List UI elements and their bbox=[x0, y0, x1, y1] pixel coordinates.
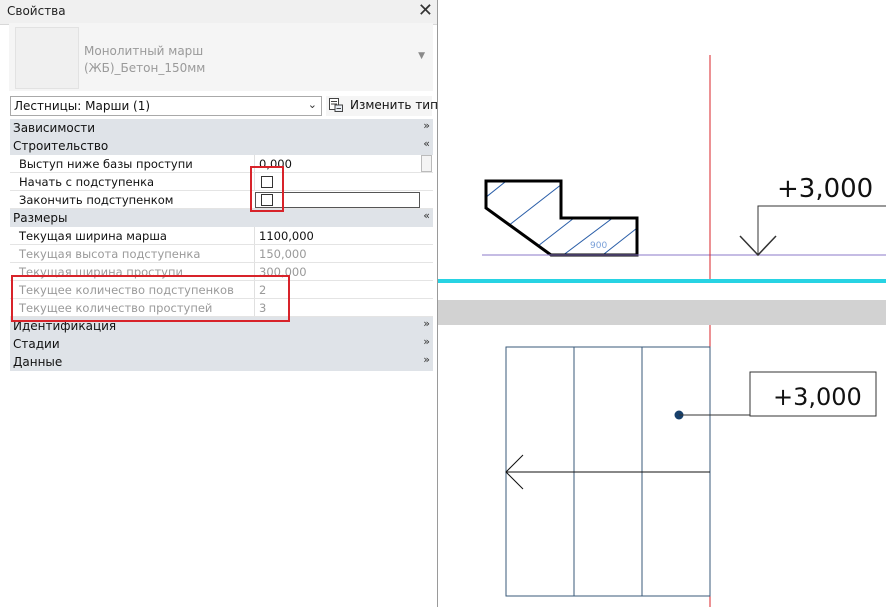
chevron-down-icon[interactable]: ⌄ bbox=[308, 98, 317, 111]
group-label: Стадии bbox=[13, 337, 60, 351]
stair-walk-line bbox=[505, 454, 710, 490]
prop-row-actual-riser-height: Текущая высота подступенка 150,000 bbox=[10, 245, 433, 263]
type-preview-image bbox=[15, 27, 79, 89]
prop-label: Текущая ширина марша bbox=[19, 229, 167, 243]
properties-scrollbar[interactable] bbox=[421, 155, 432, 172]
group-construction[interactable]: Строительство « bbox=[10, 137, 433, 155]
type-selector[interactable]: Монолитный марш (ЖБ)_Бетон_150мм ▼ bbox=[9, 23, 433, 91]
panel-title: Свойства bbox=[7, 4, 66, 18]
edit-type-label: Изменить тип bbox=[350, 98, 438, 112]
type-dropdown-arrow-icon[interactable]: ▼ bbox=[418, 51, 425, 61]
group-label: Данные bbox=[13, 355, 63, 369]
prop-label: Закончить подступенком bbox=[19, 193, 174, 207]
prop-row-end-with-riser: Закончить подступенком bbox=[10, 191, 433, 209]
close-icon[interactable]: ✕ bbox=[418, 1, 433, 21]
group-label: Зависимости bbox=[13, 121, 96, 135]
prop-row-actual-run-width: Текущая ширина марша 1100,000 bbox=[10, 227, 433, 245]
double-chevron-down-icon[interactable]: » bbox=[423, 335, 430, 348]
prop-label: Текущая высота подступенка bbox=[19, 247, 201, 261]
prop-row-begin-with-riser: Начать с подступенка bbox=[10, 173, 433, 191]
double-chevron-up-icon[interactable]: « bbox=[423, 137, 430, 150]
stair-section-cut[interactable] bbox=[470, 170, 660, 265]
element-filter-label: Лестницы: Марши (1) bbox=[14, 99, 151, 113]
highlight-count-rows bbox=[11, 275, 290, 322]
group-label: Строительство bbox=[13, 139, 109, 153]
level-marker-section[interactable] bbox=[739, 205, 886, 257]
double-chevron-down-icon[interactable]: » bbox=[423, 317, 430, 330]
element-filter-dropdown[interactable]: Лестницы: Марши (1) ⌄ bbox=[10, 96, 322, 116]
double-chevron-up-icon[interactable]: « bbox=[423, 209, 430, 222]
group-label: Размеры bbox=[13, 211, 68, 225]
double-chevron-down-icon[interactable]: » bbox=[423, 119, 430, 132]
group-phasing[interactable]: Стадии » bbox=[10, 335, 433, 353]
section-dimension-text: 900 bbox=[590, 241, 607, 251]
level-elevation-plan: +3,000 bbox=[773, 383, 862, 411]
prop-label: Начать с подступенка bbox=[19, 175, 155, 189]
edit-type-button[interactable]: Изменить тип bbox=[326, 96, 438, 116]
prop-label: Выступ ниже базы проступи bbox=[19, 157, 193, 171]
prop-row-extend-below-base: Выступ ниже базы проступи 0,000 bbox=[10, 155, 433, 173]
level-elevation-section: +3,000 bbox=[777, 174, 873, 204]
group-data[interactable]: Данные » bbox=[10, 353, 433, 371]
group-dimensions[interactable]: Размеры « bbox=[10, 209, 433, 227]
drawing-svg: 900 +3,000 +3,000 bbox=[470, 55, 886, 607]
type-name: Монолитный марш (ЖБ)_Бетон_150мм bbox=[84, 44, 206, 75]
prop-value[interactable]: 1100,000 bbox=[259, 229, 314, 243]
highlight-checkboxes bbox=[250, 166, 284, 212]
prop-value: 150,000 bbox=[259, 247, 307, 261]
group-constraints[interactable]: Зависимости » bbox=[10, 119, 433, 137]
edit-type-icon bbox=[329, 98, 343, 112]
double-chevron-down-icon[interactable]: » bbox=[423, 353, 430, 366]
properties-panel: Свойства ✕ Монолитный марш (ЖБ)_Бетон_15… bbox=[0, 0, 438, 607]
panel-titlebar: Свойства ✕ bbox=[0, 0, 437, 25]
